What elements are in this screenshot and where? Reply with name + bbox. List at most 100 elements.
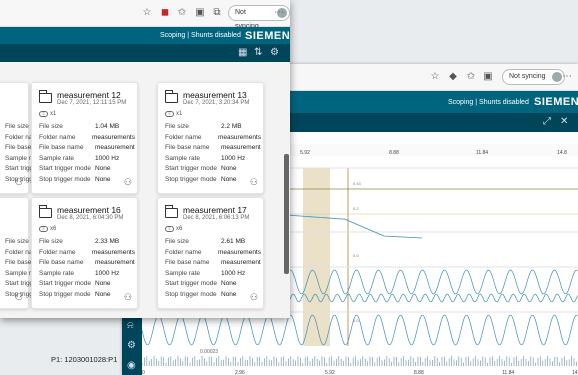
- channel-count-badge: ≡ x1: [165, 111, 182, 117]
- property-value: measurements: [92, 248, 135, 256]
- share-icon[interactable]: ⚇: [124, 177, 132, 188]
- sort-icon[interactable]: ⇅: [254, 47, 262, 58]
- trace-value-label: 0.2: [353, 206, 359, 211]
- grid-view-icon[interactable]: ▦: [238, 47, 247, 58]
- property-value: None: [221, 175, 237, 183]
- measurement-card-partial[interactable]: File size Folder name File base name Sample…: [0, 197, 57, 309]
- scoping-link[interactable]: Scoping: [448, 99, 473, 106]
- extension-icon[interactable]: ◆: [448, 72, 458, 82]
- avatar: [551, 72, 562, 82]
- card-date: Dec 7, 2021, 3:20:34 PM: [183, 100, 250, 106]
- property-key: File size: [165, 123, 189, 130]
- property-row: Start trigger mode None: [165, 280, 261, 291]
- time-tick-label: 8.88: [414, 370, 424, 375]
- time-tick-label: 8.88: [389, 150, 399, 156]
- property-key: File size: [39, 123, 63, 130]
- profile-sync-button[interactable]: Not syncing: [502, 69, 565, 85]
- time-tick-label: 14.8: [572, 370, 578, 375]
- collections-icon-2[interactable]: ⧉: [212, 8, 222, 18]
- property-row: Start trigger mode None: [165, 165, 261, 176]
- signal-strip: 0.0002302.965.928.8811.8414.8: [142, 346, 578, 375]
- time-tick-label: 14.8: [557, 150, 567, 156]
- bookmark-icon[interactable]: ☆: [142, 8, 152, 18]
- collections-icon[interactable]: ▣: [483, 72, 493, 82]
- favorites-icon[interactable]: ✩: [466, 72, 476, 82]
- scoping-link[interactable]: Scoping: [160, 32, 185, 39]
- property-row: Start trigger mode None: [39, 165, 135, 176]
- property-key: File size: [39, 238, 63, 245]
- card-title: measurement 17: [183, 205, 247, 215]
- folder-icon: [165, 205, 178, 218]
- property-key: Stop trigger mode: [165, 290, 217, 298]
- close-icon[interactable]: ✕: [560, 116, 568, 127]
- property-value: 1000 Hz: [95, 154, 120, 162]
- property-value: 2.61 MB: [221, 238, 246, 245]
- bookmark-icon[interactable]: ☆: [430, 72, 440, 82]
- property-key: Start trigger mode: [39, 165, 92, 172]
- share-icon[interactable]: ⚇: [250, 292, 258, 303]
- property-row: Sample rate 1000 Hz: [165, 155, 261, 166]
- property-value: measurements: [218, 248, 261, 256]
- brand-logo: SIEMENS: [245, 30, 290, 42]
- property-value: None: [95, 175, 111, 183]
- more-icon[interactable]: ⋯: [274, 8, 284, 18]
- property-row: File size 1.04 MB: [39, 123, 135, 134]
- settings-icon[interactable]: ⚙: [270, 47, 279, 58]
- property-key: Sample rate: [39, 269, 75, 277]
- measurements-toolbar: ▦ ⇅ ⚙: [0, 44, 290, 62]
- measurement-card-partial[interactable]: File size Folder name File base name Sample…: [0, 82, 57, 194]
- selection-band[interactable]: [303, 168, 330, 355]
- card-title: measurement 13: [183, 90, 247, 100]
- property-key: File base name: [165, 144, 210, 151]
- property-key: Folder name: [165, 133, 202, 141]
- property-value: 2.2 MB: [221, 123, 242, 130]
- time-tick-label: 5.92: [325, 370, 335, 375]
- scrollbar[interactable]: [284, 154, 289, 274]
- card-date: Dec 8, 2021, 6:06:13 PM: [183, 215, 250, 221]
- shunts-link[interactable]: Shunts disabled: [191, 32, 241, 39]
- collections-icon[interactable]: ▣: [195, 8, 205, 18]
- time-tick-label: 2.96: [235, 370, 245, 375]
- measurement-card[interactable]: measurement 12 Dec 7, 2021, 12:11:15 PM ≡ x…: [31, 82, 138, 194]
- channel-icon: ≡: [165, 111, 174, 117]
- app-header: Scoping | Shunts disabled SIEMENS: [0, 27, 290, 44]
- extension-icon[interactable]: ◼: [160, 8, 170, 18]
- property-row: Stop trigger mode None: [165, 291, 261, 302]
- card-grid: File size Folder name File base name Sample…: [0, 62, 290, 318]
- channel-count-badge: ≡ x6: [39, 226, 56, 232]
- property-value: measurement: [95, 144, 135, 151]
- measurements-window: ☆ ◼ ✩ ▣ ⧉ Not syncing ⋯ Scoping | Shunts…: [0, 0, 290, 318]
- property-row: Start trigger mode None: [39, 280, 135, 291]
- spike-plot[interactable]: 0 2.96 5.92 8.88 11.84 14.8: [142, 346, 578, 375]
- property-key: Stop trigger mode: [39, 290, 91, 298]
- property-key: Folder name: [39, 248, 76, 256]
- property-key: Start trigger mode: [165, 165, 218, 172]
- share-icon[interactable]: ⚇: [250, 177, 258, 188]
- browser-toolbar: ☆ ◼ ✩ ▣ ⧉ Not syncing ⋯: [0, 0, 290, 30]
- spike-trace: [142, 356, 577, 366]
- fullscreen-icon[interactable]: ⤢: [543, 116, 551, 127]
- property-row: Folder name measurements: [165, 249, 261, 260]
- property-row: Folder name measurements: [39, 249, 135, 260]
- measurement-card[interactable]: measurement 16 Dec 8, 2021, 6:04:30 PM ≡ x6…: [31, 197, 138, 309]
- favorites-icon[interactable]: ✩: [177, 8, 187, 18]
- channel-count-badge: ≡ x1: [39, 111, 56, 117]
- property-row: File base name measurement: [165, 144, 261, 155]
- property-value: measurements: [92, 133, 135, 141]
- share-icon[interactable]: ⚇: [15, 292, 23, 303]
- property-row: File size 2.33 MB: [39, 238, 135, 249]
- property-row: Stop trigger mode None: [39, 176, 135, 187]
- shunts-link[interactable]: Shunts disabled: [479, 99, 529, 106]
- measurement-card[interactable]: measurement 13 Dec 7, 2021, 3:20:34 PM ≡ x1…: [157, 82, 264, 194]
- property-value: 1000 Hz: [221, 269, 246, 277]
- property-value: measurement: [221, 259, 261, 266]
- share-icon[interactable]: ⚇: [15, 177, 23, 188]
- measurement-card[interactable]: measurement 17 Dec 8, 2021, 6:06:13 PM ≡ x6…: [157, 197, 264, 309]
- time-tick-label: 0: [142, 370, 145, 375]
- folder-icon: [39, 205, 52, 218]
- card-title: measurement 12: [57, 90, 121, 100]
- property-value: 1000 Hz: [221, 154, 246, 162]
- property-value: None: [221, 280, 237, 287]
- more-icon[interactable]: ⋯: [562, 72, 572, 82]
- share-icon[interactable]: ⚇: [124, 292, 132, 303]
